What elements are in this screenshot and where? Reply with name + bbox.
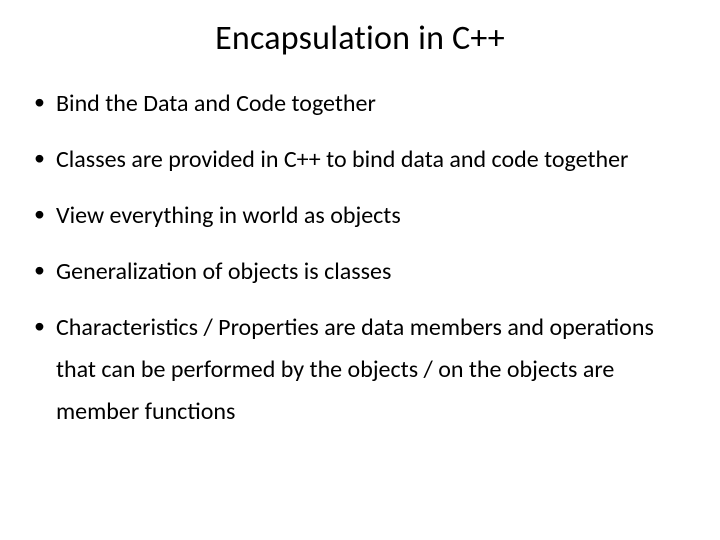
list-item: Classes are provided in C++ to bind data… (28, 139, 692, 181)
list-item: Bind the Data and Code together (28, 83, 692, 125)
list-item: View everything in world as objects (28, 195, 692, 237)
slide-title: Encapsulation in C++ (28, 18, 692, 59)
list-item: Generalization of objects is classes (28, 251, 692, 293)
bullet-list: Bind the Data and Code together Classes … (28, 83, 692, 433)
list-item: Characteristics / Properties are data me… (28, 307, 692, 433)
